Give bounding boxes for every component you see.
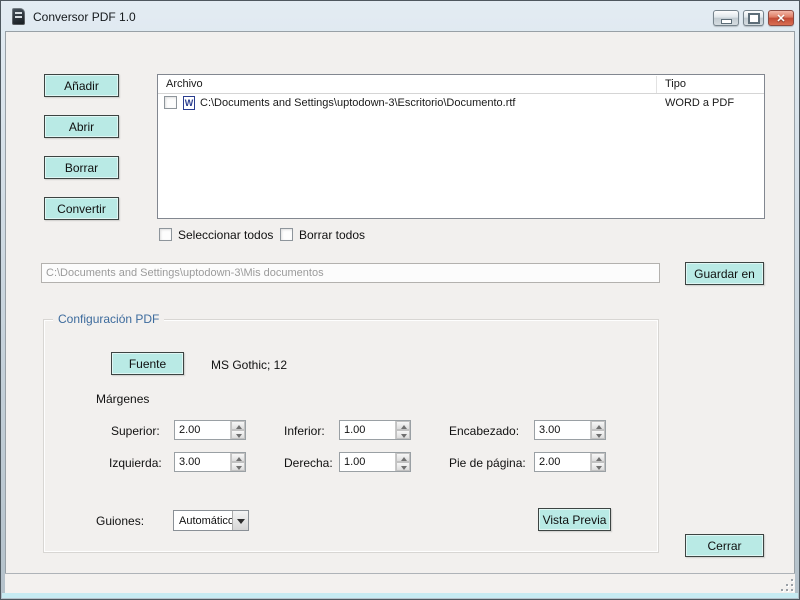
spinner-arrows (590, 453, 605, 471)
margin-top-value: 2.00 (179, 424, 201, 436)
footer-margin-value: 2.00 (539, 456, 561, 468)
margin-left-value: 3.00 (179, 456, 201, 468)
footer-margin-spinner[interactable]: 2.00 (534, 452, 606, 472)
spin-up-icon[interactable] (231, 453, 245, 462)
spinner-arrows (395, 453, 410, 471)
save-to-button[interactable]: Guardar en (685, 262, 764, 285)
resize-grip-icon[interactable] (780, 578, 793, 591)
file-path-cell: C:\Documents and Settings\uptodown-3\Esc… (200, 97, 516, 109)
app-window: Conversor PDF 1.0 ✕ Añadir Abrir Borrar … (0, 0, 800, 600)
font-value-label: MS Gothic; 12 (211, 358, 288, 372)
margin-left-label: Izquierda: (109, 456, 162, 470)
header-margin-value: 3.00 (539, 424, 561, 436)
maximize-icon (744, 11, 763, 25)
spinner-arrows (590, 421, 605, 439)
window-bottom-border (2, 593, 798, 598)
spinner-arrows (395, 421, 410, 439)
close-icon: ✕ (776, 12, 786, 25)
status-bar (5, 573, 795, 593)
column-header-tipo[interactable]: Tipo (665, 78, 686, 90)
add-button[interactable]: Añadir (44, 74, 119, 97)
spin-up-icon[interactable] (591, 453, 605, 462)
margin-top-label: Superior: (111, 424, 160, 438)
clear-all-checkbox[interactable] (280, 228, 293, 241)
header-margin-spinner[interactable]: 3.00 (534, 420, 606, 440)
clear-all-label: Borrar todos (299, 228, 366, 242)
spin-down-icon[interactable] (591, 462, 605, 471)
spin-down-icon[interactable] (396, 462, 410, 471)
spin-up-icon[interactable] (231, 421, 245, 430)
pdf-config-title: Configuración PDF (53, 312, 165, 326)
spin-down-icon[interactable] (396, 430, 410, 439)
column-header-archivo[interactable]: Archivo (166, 78, 203, 90)
spin-up-icon[interactable] (396, 421, 410, 430)
margins-label: Márgenes (96, 392, 150, 406)
convert-button[interactable]: Convertir (44, 197, 119, 220)
margin-right-spinner[interactable]: 1.00 (339, 452, 411, 472)
margin-left-spinner[interactable]: 3.00 (174, 452, 246, 472)
hyphens-dropdown[interactable]: Automático (173, 510, 249, 531)
footer-margin-label: Pie de página: (449, 456, 526, 470)
chevron-down-icon[interactable] (232, 511, 248, 530)
output-path-input[interactable] (41, 263, 660, 283)
select-all-checkbox[interactable] (159, 228, 172, 241)
spin-up-icon[interactable] (591, 421, 605, 430)
title-bar[interactable]: Conversor PDF 1.0 ✕ (2, 2, 798, 31)
margin-right-label: Derecha: (284, 456, 333, 470)
file-row[interactable]: W C:\Documents and Settings\uptodown-3\E… (158, 94, 764, 112)
hyphens-selected-value: Automático (179, 515, 235, 527)
file-type-cell: WORD a PDF (665, 97, 735, 109)
margin-top-spinner[interactable]: 2.00 (174, 420, 246, 440)
margin-right-value: 1.00 (344, 456, 366, 468)
spinner-arrows (230, 453, 245, 471)
select-all-label: Seleccionar todos (178, 228, 274, 242)
spin-down-icon[interactable] (231, 430, 245, 439)
preview-button[interactable]: Vista Previa (538, 508, 611, 531)
window-title: Conversor PDF 1.0 (33, 10, 136, 24)
spin-down-icon[interactable] (591, 430, 605, 439)
spinner-arrows (230, 421, 245, 439)
hyphens-label: Guiones: (96, 514, 145, 528)
header-margin-label: Encabezado: (449, 424, 520, 438)
font-button[interactable]: Fuente (111, 352, 184, 375)
close-button[interactable]: Cerrar (685, 534, 764, 557)
minimize-icon (714, 11, 738, 25)
minimize-button[interactable] (713, 10, 739, 26)
margin-bottom-value: 1.00 (344, 424, 366, 436)
app-icon (12, 8, 25, 25)
word-document-icon: W (183, 96, 195, 110)
spin-up-icon[interactable] (396, 453, 410, 462)
margin-bottom-label: Inferior: (284, 424, 325, 438)
maximize-button[interactable] (743, 10, 764, 26)
file-row-checkbox[interactable] (164, 96, 177, 109)
delete-button[interactable]: Borrar (44, 156, 119, 179)
open-button[interactable]: Abrir (44, 115, 119, 138)
close-window-button[interactable]: ✕ (768, 10, 794, 26)
file-list[interactable]: Archivo Tipo W C:\Documents and Settings… (157, 74, 765, 219)
file-list-header[interactable]: Archivo Tipo (158, 75, 764, 94)
margin-bottom-spinner[interactable]: 1.00 (339, 420, 411, 440)
spin-down-icon[interactable] (231, 462, 245, 471)
column-separator[interactable] (656, 76, 657, 93)
